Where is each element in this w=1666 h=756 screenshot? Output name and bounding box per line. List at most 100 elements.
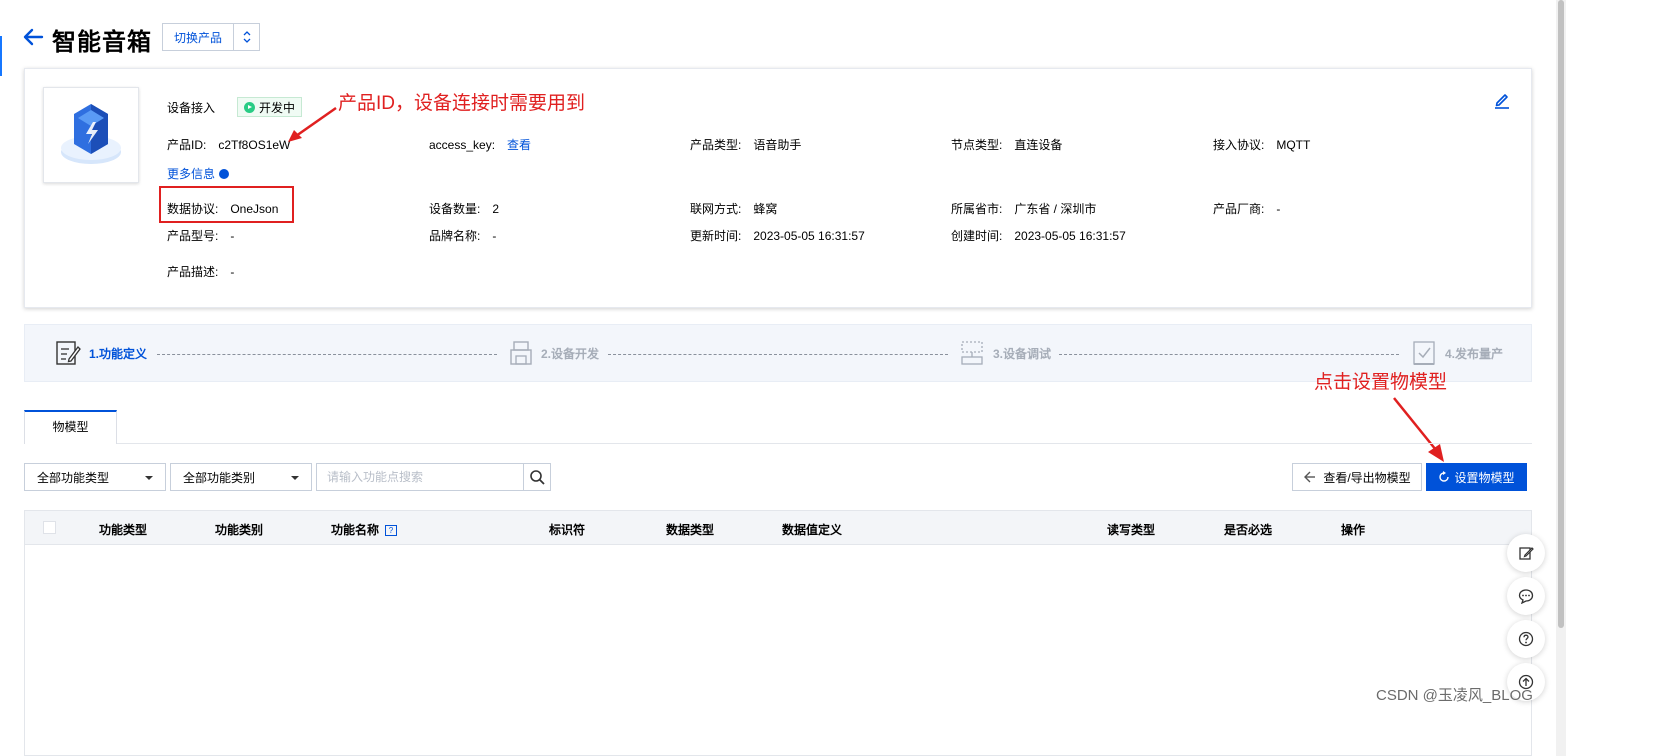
info-dot-icon <box>219 168 230 179</box>
step-label: 1.功能定义 <box>89 346 148 361</box>
tab-bar: 物模型 <box>24 410 1532 444</box>
step-3[interactable]: 3.设备调试 <box>959 339 1051 367</box>
step-1[interactable]: 1.功能定义 <box>55 339 147 367</box>
edit-icon <box>1519 547 1534 560</box>
product-info-card: 设备接入 开发中 产品ID: c2Tf8OS1eW access_key: 查看 产… <box>24 68 1532 308</box>
field-product-type: 产品类型: 语音助手 <box>690 136 801 153</box>
step-label: 4.发布量产 <box>1445 346 1504 361</box>
annotation-arrow-icon <box>288 106 337 142</box>
float-edit-button[interactable] <box>1507 534 1545 572</box>
function-search-input[interactable] <box>316 463 524 491</box>
thing-model-table: 功能类型 功能类别 功能名称? 标识符 数据类型 数据值定义 读写类型 是否必选… <box>24 510 1532 756</box>
field-label: 产品描述: <box>167 265 219 279</box>
chevron-down-icon <box>291 476 299 480</box>
field-label: 节点类型: <box>951 138 1003 152</box>
step-2[interactable]: 2.设备开发 <box>509 339 599 367</box>
function-type-select[interactable]: 全部功能类型 <box>24 463 166 491</box>
field-vendor: 产品厂商: - <box>1213 200 1280 217</box>
field-label: 联网方式: <box>690 202 742 216</box>
field-product-id: 产品ID: c2Tf8OS1eW <box>167 136 290 153</box>
field-label: 所属省市: <box>951 202 1003 216</box>
button-label: 设置物模型 <box>1454 470 1515 485</box>
smart-speaker-icon <box>61 104 121 164</box>
step-label: 3.设备调试 <box>993 346 1052 361</box>
column-header: 是否必选 <box>1224 523 1273 537</box>
button-label: 查看/导出物模型 <box>1323 470 1411 485</box>
access-key-view-link[interactable]: 查看 <box>507 138 531 152</box>
select-all-checkbox[interactable] <box>43 521 56 534</box>
field-label: 设备数量: <box>429 202 481 216</box>
field-brand: 品牌名称: - <box>429 227 496 244</box>
field-value: - <box>230 265 235 279</box>
search-button[interactable] <box>523 463 551 491</box>
step-4[interactable]: 4.发布量产 <box>1411 339 1503 367</box>
field-label: 创建时间: <box>951 229 1003 243</box>
field-label: 接入协议: <box>1213 138 1265 152</box>
watermark: CSDN @玉凌风_BLOG <box>1376 687 1533 704</box>
step-connector <box>157 354 497 355</box>
field-value: - <box>492 229 497 243</box>
field-value: - <box>1276 202 1281 216</box>
field-value: 直连设备 <box>1014 138 1063 152</box>
field-access-key: access_key: 查看 <box>429 136 531 153</box>
column-header: 操作 <box>1341 523 1366 537</box>
column-header: 功能类型 <box>99 523 148 537</box>
field-value: MQTT <box>1276 138 1311 152</box>
help-icon <box>1518 631 1534 647</box>
field-value: 2023-05-05 16:31:57 <box>1014 229 1126 243</box>
step-connector <box>608 354 948 355</box>
page-root: 智能音箱 切换产品 设备接入 开发中 产品ID: c2Tf8OS1eW acce… <box>0 0 1666 756</box>
play-status-icon <box>244 101 256 113</box>
field-label: 产品厂商: <box>1213 202 1265 216</box>
field-value: 广东省 / 深圳市 <box>1014 202 1097 216</box>
annotation-product-id-note: 产品ID，设备连接时需要用到 <box>338 93 586 114</box>
nav-active-indicator <box>0 36 2 76</box>
view-export-model-button[interactable]: 查看/导出物模型 <box>1292 463 1422 491</box>
column-header: 标识符 <box>549 523 586 537</box>
chat-icon <box>1518 589 1534 604</box>
column-header: 数据类型 <box>666 523 715 537</box>
field-label: 品牌名称: <box>429 229 481 243</box>
debug-icon <box>961 341 983 365</box>
float-chat-button[interactable] <box>1507 577 1545 615</box>
field-label: access_key: <box>429 138 496 152</box>
page-title: 智能音箱 <box>52 29 152 56</box>
field-node-type: 节点类型: 直连设备 <box>951 136 1062 153</box>
switch-product-button[interactable]: 切换产品 <box>162 23 260 51</box>
help-icon[interactable]: ? <box>385 525 398 536</box>
product-image <box>43 87 139 183</box>
back-arrow-icon[interactable] <box>22 26 44 48</box>
column-header: 数据值定义 <box>782 523 843 537</box>
field-value: - <box>230 229 235 243</box>
export-icon <box>1304 471 1316 483</box>
field-label: 产品型号: <box>167 229 219 243</box>
publish-icon <box>1413 341 1435 365</box>
chevron-down-icon <box>145 476 153 480</box>
field-created: 创建时间: 2023-05-05 16:31:57 <box>951 227 1126 244</box>
tab-thing-model[interactable]: 物模型 <box>24 410 117 444</box>
scrollbar-thumb[interactable] <box>1558 0 1564 628</box>
search-icon <box>530 470 545 485</box>
device-icon <box>510 341 532 365</box>
field-label: 产品ID: <box>167 138 207 152</box>
select-value: 全部功能类别 <box>183 470 256 485</box>
float-help-button[interactable] <box>1507 620 1545 658</box>
set-model-button[interactable]: 设置物模型 <box>1426 463 1527 491</box>
edit-icon[interactable] <box>1493 91 1511 109</box>
switch-arrows-icon[interactable] <box>233 24 259 50</box>
field-value: 2023-05-05 16:31:57 <box>753 229 865 243</box>
field-label: 更新时间: <box>690 229 742 243</box>
annotation-highlight-box <box>159 186 294 223</box>
column-header: 功能类别 <box>215 523 264 537</box>
field-label: 产品类型: <box>690 138 742 152</box>
table-header: 功能类型 功能类别 功能名称? 标识符 数据类型 数据值定义 读写类型 是否必选… <box>25 511 1531 545</box>
more-info-link[interactable]: 更多信息 <box>167 165 230 182</box>
column-header: 功能名称 <box>331 523 380 537</box>
progress-steps: 1.功能定义 2.设备开发 3.设备调试 4.发布量产 <box>24 324 1532 382</box>
function-category-select[interactable]: 全部功能类别 <box>170 463 312 491</box>
column-header: 读写类型 <box>1107 523 1156 537</box>
section-title: 设备接入 <box>167 100 216 115</box>
field-value: 蜂窝 <box>753 202 778 216</box>
annotation-set-model-note: 点击设置物模型 <box>1314 372 1448 393</box>
column-header-with-help: 功能名称? <box>331 521 398 538</box>
